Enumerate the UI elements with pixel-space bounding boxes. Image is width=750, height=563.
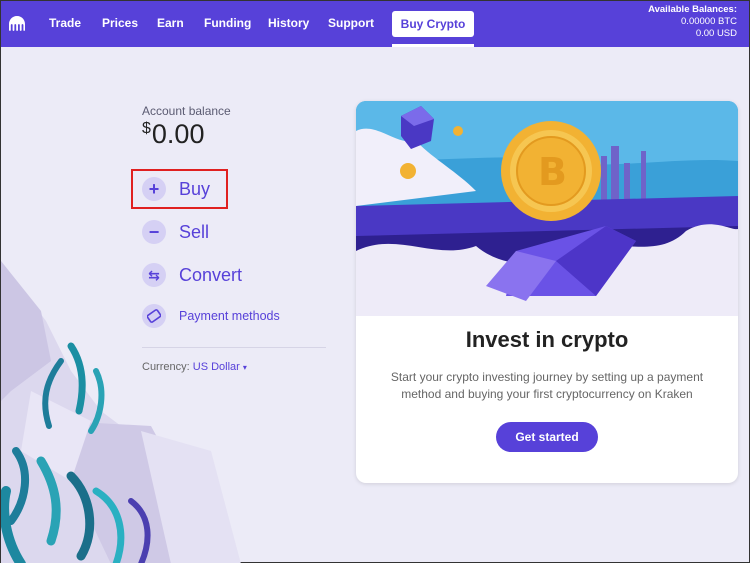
credit-card-icon [142,304,166,328]
chevron-down-icon: ▾ [242,363,247,372]
nav-trade[interactable]: Trade [49,1,81,47]
nav-buy-crypto[interactable]: Buy Crypto [392,11,474,37]
currency-selector: Currency: US Dollar ▾ [142,361,247,373]
currency-value: US Dollar [192,361,240,373]
currency-dropdown[interactable]: US Dollar ▾ [193,361,247,373]
currency-label: Currency: [142,361,190,373]
sell-action[interactable]: − Sell [142,220,209,244]
convert-arrows-icon: ⇆ [142,263,166,287]
available-balances: Available Balances: 0.00000 BTC 0.00 USD [648,4,737,40]
account-balance-label: Account balance [142,104,231,118]
nav-history[interactable]: History [268,1,309,47]
balance-usd: 0.00 USD [695,28,737,39]
nav-support[interactable]: Support [328,1,374,47]
nav-funding[interactable]: Funding [204,1,251,47]
convert-action[interactable]: ⇆ Convert [142,263,242,287]
get-started-button[interactable]: Get started [496,422,598,452]
crypto-coin-illustration: B [356,101,738,316]
buy-label: Buy [179,178,211,199]
card-description: Start your crypto investing journey by s… [390,370,704,401]
nav-prices[interactable]: Prices [102,1,138,47]
currency-symbol: $ [142,120,151,137]
nav-earn[interactable]: Earn [157,1,184,47]
account-balance-value: $0.00 [142,119,204,150]
plus-icon: + [142,177,166,201]
minus-icon: − [142,220,166,244]
invest-card: B Invest in crypto Start your crypto inv… [356,101,738,483]
balance-amount: 0.00 [151,119,205,149]
sell-label: Sell [179,221,210,242]
buy-action[interactable]: + Buy [142,177,210,201]
divider [142,347,326,348]
active-tab-indicator [392,44,474,47]
decorative-plants-illustration [1,261,241,563]
convert-label: Convert [179,264,243,285]
balance-btc: 0.00000 BTC [681,16,737,27]
top-nav: Trade Prices Earn Funding History Suppor… [1,1,749,47]
kraken-logo-icon[interactable] [6,13,28,35]
card-title: Invest in crypto [465,327,629,352]
svg-text:B: B [538,150,567,194]
payment-methods-label: Payment methods [179,309,280,323]
payment-methods-action[interactable]: Payment methods [142,304,280,328]
balances-heading: Available Balances: [648,4,737,15]
